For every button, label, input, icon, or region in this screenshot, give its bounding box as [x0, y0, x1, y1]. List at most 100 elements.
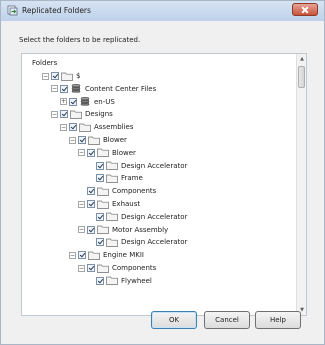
folder-checkbox[interactable]	[87, 200, 95, 208]
tree-row[interactable]: − Components	[78, 262, 156, 274]
collapse-icon[interactable]: −	[78, 149, 85, 157]
folder-tree[interactable]: − $ − Content Center Files + en-US − Designs − As…	[22, 70, 297, 315]
folder-icon	[79, 123, 91, 132]
tree-row[interactable]: Frame	[87, 172, 143, 184]
tree-row[interactable]: − $	[42, 70, 80, 82]
folder-checkbox[interactable]	[87, 148, 95, 157]
folder-icon	[61, 72, 73, 81]
collapse-icon[interactable]: −	[78, 200, 85, 208]
folder-icon	[106, 238, 118, 247]
tree-row[interactable]: Design Accelerator	[87, 211, 187, 223]
collapse-icon[interactable]: −	[78, 264, 85, 272]
tree-row[interactable]: − Exhaust	[78, 198, 140, 210]
collapse-icon[interactable]: −	[69, 136, 76, 144]
tree-item-label: Design Accelerator	[121, 212, 188, 221]
folder-checkbox[interactable]	[69, 123, 77, 132]
tree-item-label: Components	[112, 264, 157, 272]
folder-checkbox[interactable]	[87, 187, 95, 196]
collapse-icon[interactable]: −	[42, 72, 49, 80]
tree-row[interactable]: − Engine MKII	[69, 249, 144, 261]
collapse-icon[interactable]: −	[78, 226, 85, 234]
tree-row[interactable]: − Assemblies	[60, 121, 134, 133]
database-icon	[71, 84, 81, 94]
ok-button[interactable]: OK	[151, 311, 197, 329]
folder-icon	[88, 251, 100, 260]
tree-row[interactable]: − Content Center Files	[51, 83, 156, 95]
folder-icon	[97, 148, 109, 158]
tree-row[interactable]: Design Accelerator	[87, 236, 187, 248]
tree-item-label: en-US	[94, 97, 115, 106]
vertical-scrollbar[interactable]: ▲ ▼	[296, 54, 306, 315]
help-button[interactable]: Help	[255, 311, 301, 329]
tree-item-label: Blower	[112, 148, 136, 157]
tree-row[interactable]: + en-US	[60, 96, 115, 108]
collapse-icon[interactable]: −	[51, 85, 58, 93]
folder-checkbox[interactable]	[87, 264, 95, 272]
replicated-folders-dialog: Replicated Folders Select the folders to…	[0, 0, 325, 345]
tree-item-label: Motor Assembly	[112, 225, 169, 234]
folder-icon	[97, 187, 109, 196]
tree-row[interactable]: − Blower	[69, 134, 127, 146]
close-button[interactable]	[292, 3, 318, 16]
folder-checkbox[interactable]	[96, 161, 104, 170]
folder-icon	[106, 174, 118, 183]
folder-checkbox[interactable]	[78, 136, 86, 144]
tree-item-label: Design Accelerator	[121, 238, 188, 247]
tree-item-label: Content Center Files	[85, 84, 157, 93]
folder-icon	[106, 212, 118, 222]
folder-checkbox[interactable]	[87, 225, 95, 234]
folder-icon	[97, 200, 109, 209]
tree-item-label: $	[76, 72, 81, 80]
folder-checkbox[interactable]	[60, 110, 68, 119]
window-title: Replicated Folders	[22, 6, 91, 15]
tree-item-label: Blower	[103, 136, 127, 144]
replicate-icon	[7, 5, 18, 16]
folder-checkbox[interactable]	[78, 251, 86, 260]
tree-row[interactable]: Components	[78, 185, 156, 197]
tree-item-label: Engine MKII	[103, 251, 144, 260]
folder-checkbox[interactable]	[96, 174, 104, 183]
instruction-text: Select the folders to be replicated.	[19, 36, 141, 44]
tree-item-label: Components	[112, 187, 157, 196]
tree-row[interactable]: − Blower	[78, 147, 136, 159]
folder-icon	[106, 161, 118, 170]
folder-checkbox[interactable]	[96, 238, 104, 247]
tree-item-label: Designs	[85, 110, 113, 119]
tree-item-label: Design Accelerator	[121, 161, 188, 170]
folder-icon	[106, 276, 118, 286]
folder-checkbox[interactable]	[96, 212, 104, 221]
tree-row[interactable]: Design Accelerator	[87, 160, 187, 172]
folder-icon	[97, 225, 109, 234]
folder-checkbox[interactable]	[51, 72, 59, 80]
folder-checkbox[interactable]	[60, 84, 68, 93]
folder-icon	[88, 136, 100, 145]
collapse-icon[interactable]: −	[69, 251, 76, 259]
tree-item-label: Assemblies	[94, 123, 134, 132]
collapse-icon[interactable]: −	[60, 123, 67, 131]
cancel-button[interactable]: Cancel	[204, 311, 250, 329]
dialog-body: Select the folders to be replicated. Fol…	[1, 21, 324, 344]
tree-item-label: Flywheel	[121, 276, 152, 285]
collapse-icon[interactable]: −	[51, 110, 58, 118]
folder-icon	[70, 110, 82, 119]
folders-panel: Folders − $ − Content Center Files + en-US − De…	[21, 53, 307, 316]
database-icon	[80, 97, 90, 107]
scroll-up-arrow-icon[interactable]: ▲	[297, 54, 307, 64]
expand-icon[interactable]: +	[60, 98, 67, 106]
tree-row[interactable]: − Designs	[51, 108, 113, 120]
folder-icon	[97, 264, 109, 273]
folder-checkbox[interactable]	[69, 97, 77, 106]
tree-item-label: Exhaust	[112, 200, 141, 208]
scroll-thumb[interactable]	[298, 66, 305, 88]
folder-checkbox[interactable]	[96, 276, 104, 285]
tree-row[interactable]: − Motor Assembly	[78, 224, 168, 236]
title-bar[interactable]: Replicated Folders	[1, 1, 324, 21]
tree-item-label: Frame	[121, 174, 143, 183]
tree-row[interactable]: Flywheel	[87, 275, 152, 287]
